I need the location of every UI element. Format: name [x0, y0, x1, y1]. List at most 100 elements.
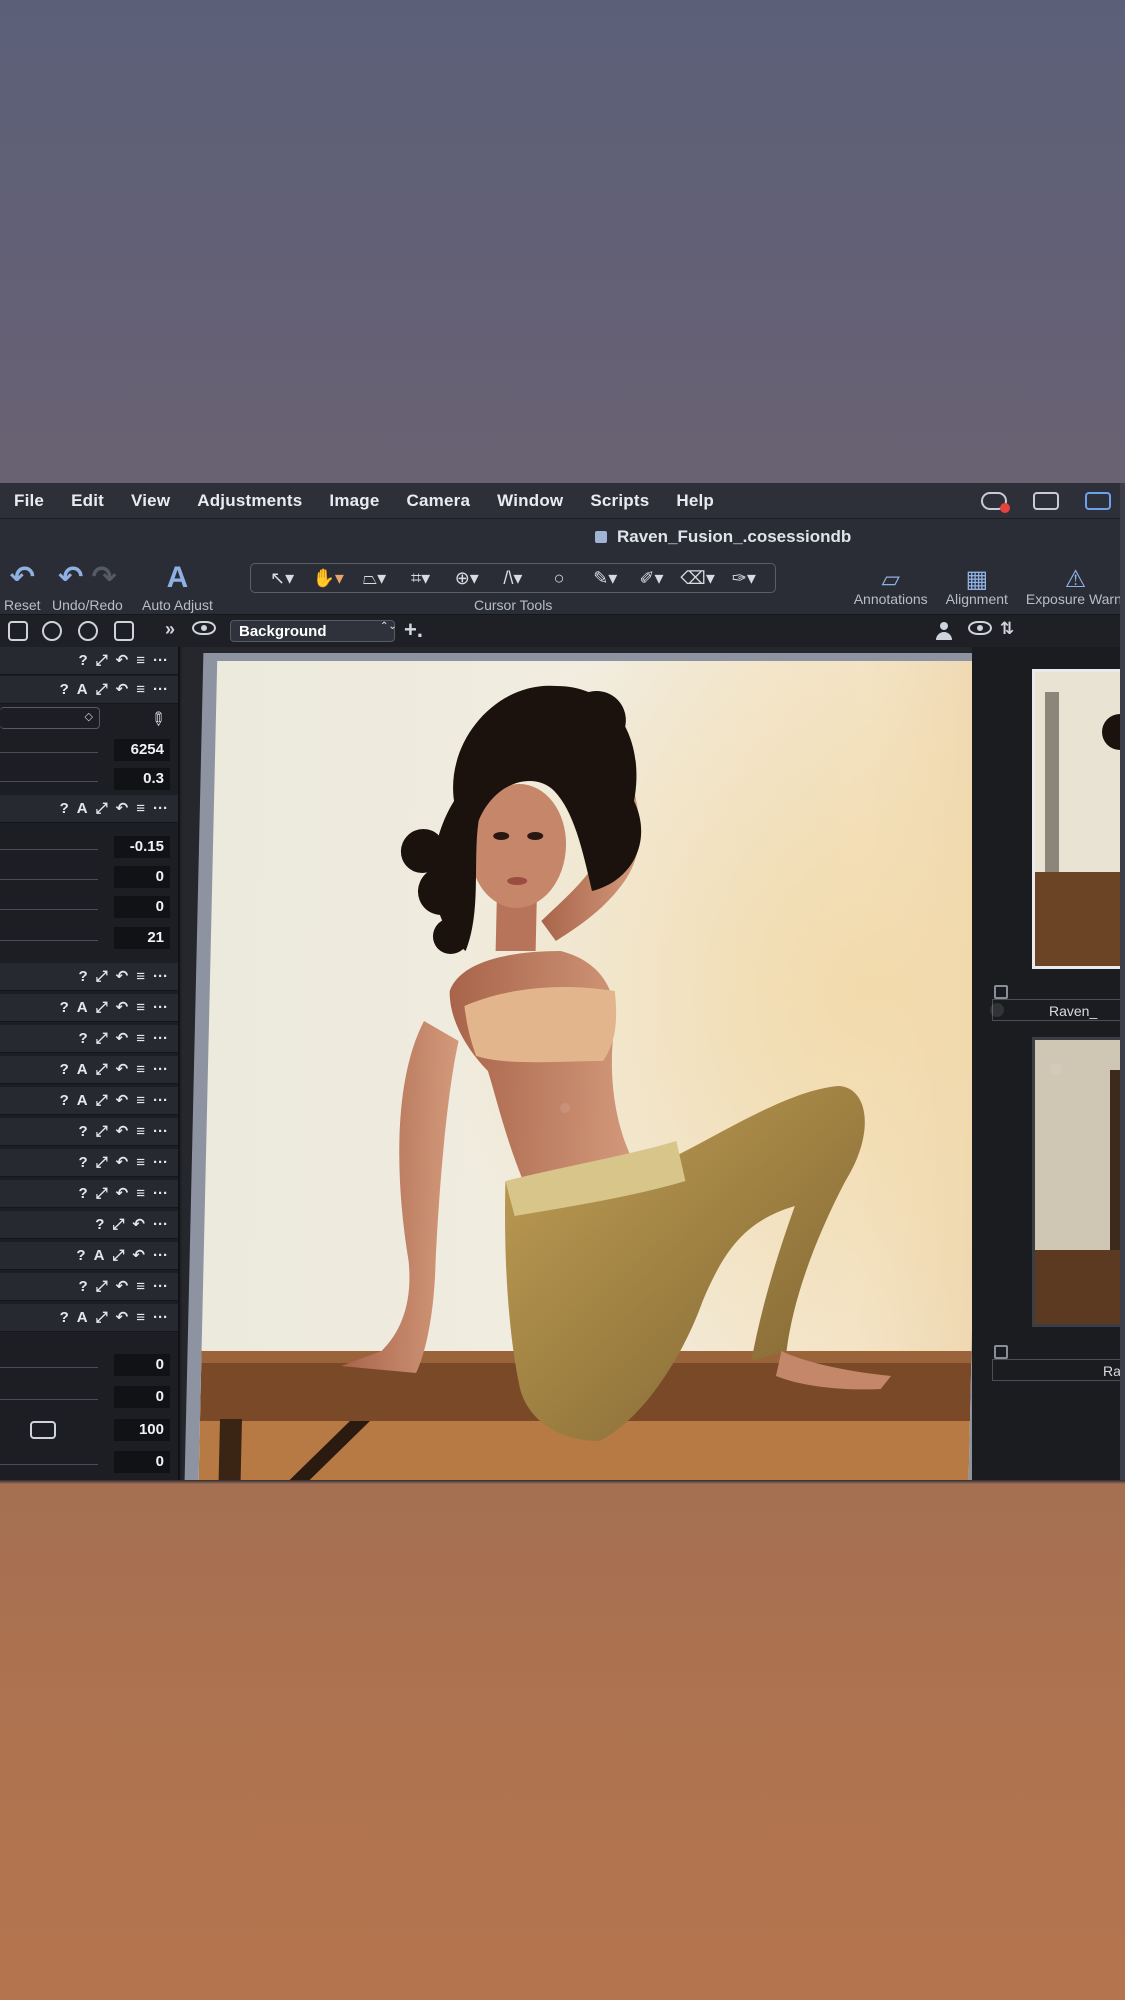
- perspective-icon[interactable]: /\▾: [493, 569, 533, 587]
- sort-icon[interactable]: ⇅: [1000, 619, 1014, 639]
- reset-tool-icon[interactable]: ↶: [116, 1277, 129, 1297]
- copy-icon[interactable]: ⤢: [96, 799, 108, 819]
- image-viewer[interactable]: [182, 647, 1012, 1480]
- exposure-tab-icon[interactable]: [114, 621, 134, 641]
- kelvin-slider[interactable]: 6254: [0, 737, 178, 763]
- menu-camera[interactable]: Camera: [407, 491, 471, 511]
- reset-tool-icon[interactable]: ↶: [132, 1215, 145, 1235]
- thumbnail[interactable]: [1032, 1037, 1125, 1327]
- copy-icon[interactable]: ⤢: [112, 1215, 124, 1235]
- menu-edit[interactable]: Edit: [71, 491, 104, 511]
- slider-track[interactable]: [0, 849, 98, 850]
- more-icon[interactable]: ···: [153, 998, 168, 1018]
- menu-window[interactable]: Window: [497, 491, 563, 511]
- thumbnail-checkbox[interactable]: [994, 1345, 1008, 1359]
- more-icon[interactable]: ···: [153, 967, 168, 987]
- reset-tool-icon[interactable]: ↶: [116, 998, 129, 1018]
- reset-tool-icon[interactable]: ↶: [116, 651, 129, 671]
- library-tab-icon[interactable]: [8, 621, 28, 641]
- menu-icon[interactable]: ≡: [136, 967, 145, 987]
- pen-icon[interactable]: ✑▾: [724, 569, 764, 587]
- slider-track[interactable]: [0, 879, 98, 880]
- auto-icon[interactable]: A: [77, 1091, 88, 1111]
- help-icon[interactable]: ?: [60, 1091, 69, 1111]
- exposure-warning-button[interactable]: ⚠ Exposure Warni: [1026, 565, 1125, 607]
- slider-track[interactable]: [0, 909, 98, 910]
- menu-icon[interactable]: ≡: [136, 1277, 145, 1297]
- more-icon[interactable]: ···: [153, 1122, 168, 1142]
- copy-icon[interactable]: ⤢: [112, 1246, 124, 1266]
- brightness-value[interactable]: 0: [114, 896, 170, 918]
- slider-value[interactable]: 0: [114, 1354, 170, 1376]
- auto-icon[interactable]: A: [77, 1060, 88, 1080]
- menu-icon[interactable]: ≡: [136, 998, 145, 1018]
- grid-toggle-icon[interactable]: [30, 1421, 56, 1439]
- saturation-value[interactable]: 21: [114, 927, 170, 949]
- kelvin-value[interactable]: 6254: [114, 739, 170, 761]
- menu-icon[interactable]: ≡: [136, 1060, 145, 1080]
- undo-redo-button[interactable]: ↶ ↷ Undo/Redo: [52, 561, 123, 613]
- tint-value[interactable]: 0.3: [114, 768, 170, 790]
- add-layer-icon[interactable]: +.: [404, 617, 423, 643]
- reset-tool-icon[interactable]: ↶: [116, 1153, 129, 1173]
- slider-value[interactable]: 0: [114, 1451, 170, 1473]
- menu-help[interactable]: Help: [676, 491, 714, 511]
- reset-tool-icon[interactable]: ↶: [116, 1122, 129, 1142]
- rotate-icon[interactable]: ⊕▾: [447, 569, 487, 587]
- pan-hand-icon[interactable]: ✋▾: [308, 569, 348, 587]
- copy-icon[interactable]: ⤢: [96, 1184, 108, 1204]
- reset-tool-icon[interactable]: ↶: [116, 1308, 129, 1328]
- slider-track[interactable]: [0, 781, 98, 782]
- reset-tool-icon[interactable]: ↶: [116, 1184, 129, 1204]
- help-icon[interactable]: ?: [78, 1277, 87, 1297]
- picker-icon[interactable]: ✐▾: [631, 569, 671, 587]
- copy-icon[interactable]: ⤢: [96, 1060, 108, 1080]
- more-icon[interactable]: ···: [153, 1184, 168, 1204]
- brightness-slider[interactable]: 0: [0, 894, 178, 920]
- eraser-icon[interactable]: ⌫▾: [678, 569, 718, 587]
- menu-adjustments[interactable]: Adjustments: [197, 491, 302, 511]
- display-icon[interactable]: [1033, 492, 1059, 510]
- menu-icon[interactable]: ≡: [136, 1091, 145, 1111]
- crop-icon[interactable]: ⌗▾: [401, 569, 441, 587]
- contrast-slider[interactable]: 0: [0, 864, 178, 890]
- auto-icon[interactable]: A: [77, 680, 88, 700]
- slider-row[interactable]: 0: [0, 1352, 178, 1378]
- help-icon[interactable]: ?: [60, 998, 69, 1018]
- layer-select[interactable]: Background: [230, 620, 395, 642]
- reset-button[interactable]: ↶ Reset: [4, 561, 41, 613]
- menu-icon[interactable]: ≡: [136, 799, 145, 819]
- reset-tool-icon[interactable]: ↶: [116, 1029, 129, 1049]
- more-icon[interactable]: ···: [153, 1029, 168, 1049]
- slider-row[interactable]: 100: [60, 1417, 178, 1443]
- brush-icon[interactable]: ✎▾: [585, 569, 625, 587]
- reset-tool-icon[interactable]: ↶: [116, 967, 129, 987]
- more-icon[interactable]: ···: [153, 651, 168, 671]
- menu-icon[interactable]: ≡: [136, 1153, 145, 1173]
- menu-image[interactable]: Image: [329, 491, 379, 511]
- more-tabs-chevron-icon[interactable]: »: [165, 619, 175, 640]
- color-tab-icon[interactable]: [78, 621, 98, 641]
- help-icon[interactable]: ?: [95, 1215, 104, 1235]
- menu-icon[interactable]: ≡: [136, 1122, 145, 1142]
- menu-icon[interactable]: ≡: [136, 680, 145, 700]
- auto-adjust-button[interactable]: A Auto Adjust: [142, 561, 213, 613]
- info-tab-icon[interactable]: [42, 621, 62, 641]
- menu-scripts[interactable]: Scripts: [590, 491, 649, 511]
- alignment-button[interactable]: ▦ Alignment: [946, 565, 1008, 607]
- copy-icon[interactable]: ⤢: [96, 680, 108, 700]
- reset-tool-icon[interactable]: ↶: [116, 799, 129, 819]
- copy-icon[interactable]: ⤢: [96, 1122, 108, 1142]
- select-cursor-icon[interactable]: ↖▾: [262, 569, 302, 587]
- thumbnail-checkbox[interactable]: [994, 985, 1008, 999]
- eyedropper-icon[interactable]: ✎: [145, 707, 170, 733]
- slider-track[interactable]: [0, 1367, 98, 1368]
- photo-preview[interactable]: [198, 661, 988, 1480]
- help-icon[interactable]: ?: [60, 1308, 69, 1328]
- help-icon[interactable]: ?: [78, 1029, 87, 1049]
- menu-view[interactable]: View: [131, 491, 170, 511]
- more-icon[interactable]: ···: [153, 1153, 168, 1173]
- white-balance-mode-select[interactable]: [0, 707, 100, 729]
- help-icon[interactable]: ?: [78, 967, 87, 987]
- more-icon[interactable]: ···: [153, 1277, 168, 1297]
